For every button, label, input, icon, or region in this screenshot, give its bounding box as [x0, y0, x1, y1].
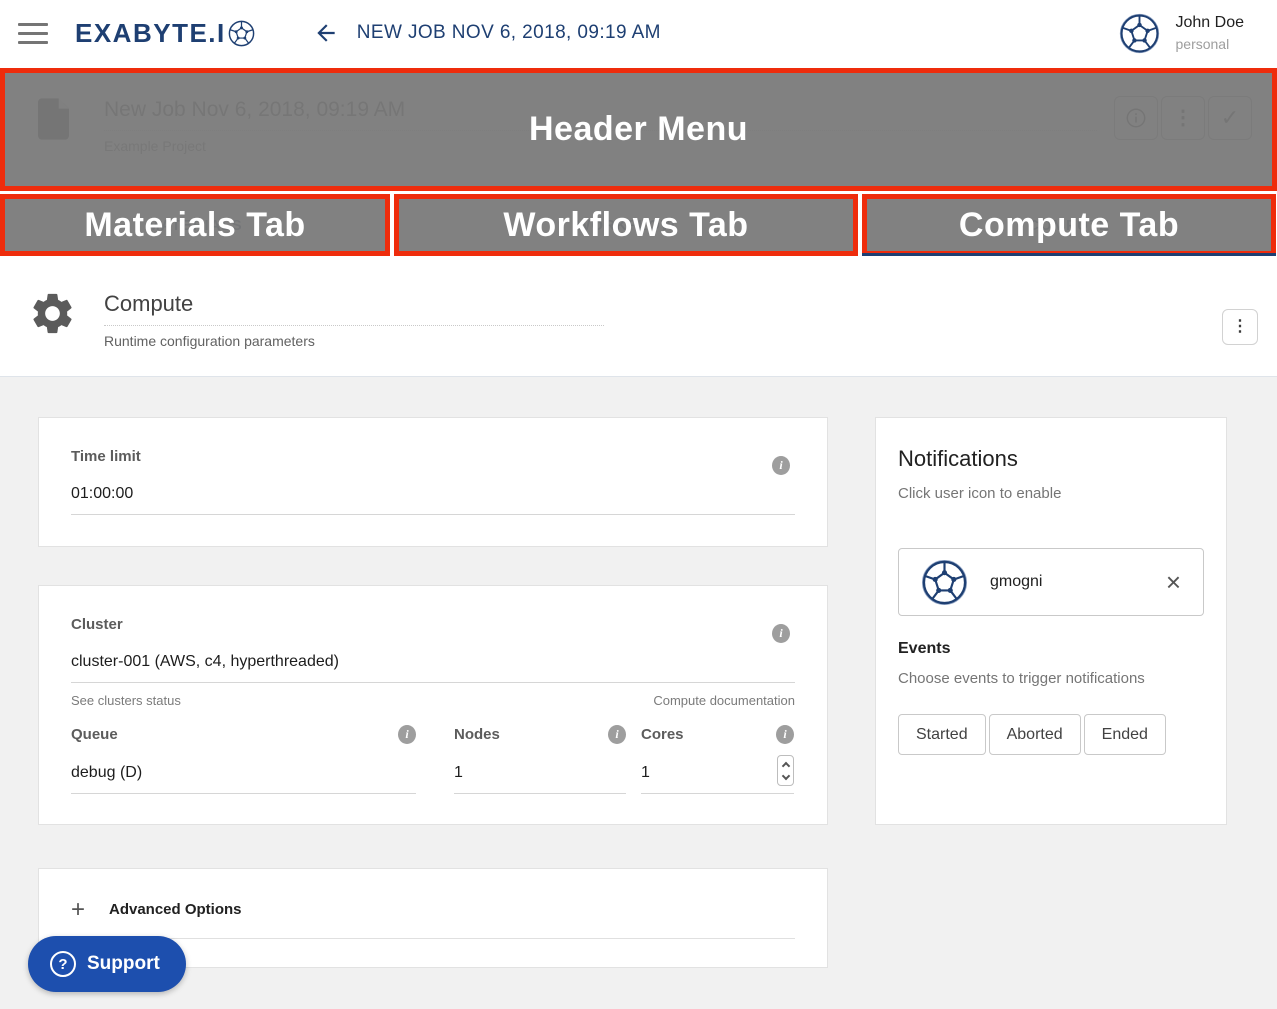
- advanced-options-label: Advanced Options: [109, 901, 242, 918]
- cores-input[interactable]: [641, 764, 794, 794]
- annotation-label: Workflows Tab: [503, 206, 748, 245]
- section-subtitle: Runtime configuration parameters: [104, 333, 1097, 349]
- nodes-label: Nodes: [454, 726, 500, 743]
- main-content: Time limit i Cluster i See clusters stat…: [0, 377, 1277, 1009]
- job-tabs: MATERIALS Materials Tab WORKFLOW Workflo…: [0, 194, 1277, 256]
- logo-text: EXABYTE.I: [75, 18, 226, 49]
- support-button[interactable]: ? Support: [28, 936, 186, 992]
- chevron-down-icon[interactable]: [781, 771, 789, 779]
- vertical-dots-icon: ⋮: [1232, 319, 1248, 335]
- chevron-up-icon[interactable]: [781, 761, 789, 769]
- plus-icon: +: [71, 898, 87, 922]
- event-button-aborted[interactable]: Aborted: [989, 714, 1081, 755]
- tab-compute[interactable]: COMPUTE Compute Tab: [862, 194, 1276, 256]
- compute-documentation-link[interactable]: Compute documentation: [653, 693, 795, 708]
- cores-field: Cores i: [641, 725, 794, 794]
- question-mark-icon: ?: [50, 951, 76, 977]
- clusters-status-link[interactable]: See clusters status: [71, 693, 181, 708]
- user-role: personal: [1176, 36, 1245, 52]
- annotation-label: Compute Tab: [959, 206, 1179, 245]
- compute-tab-annotation: Compute Tab: [862, 194, 1276, 256]
- workflows-tab-annotation: Workflows Tab: [394, 194, 858, 256]
- user-account-area[interactable]: John Doe personal: [1119, 13, 1277, 54]
- materials-tab-annotation: Materials Tab: [0, 194, 390, 256]
- compute-section-header: Compute Runtime configuration parameters…: [0, 256, 1277, 377]
- notification-user-row: gmogni ×: [898, 548, 1204, 616]
- time-limit-info-icon[interactable]: i: [772, 456, 790, 475]
- top-navigation-bar: EXABYTE.I NEW JOB NOV 6, 2018, 09:19 AM: [0, 0, 1277, 66]
- queue-select[interactable]: [71, 764, 416, 794]
- job-header-region: New Job Nov 6, 2018, 09:19 AM Example Pr…: [0, 68, 1277, 191]
- events-title: Events: [898, 640, 1204, 658]
- support-label: Support: [87, 953, 160, 975]
- cores-label: Cores: [641, 726, 684, 743]
- exabyte-job-page: EXABYTE.I NEW JOB NOV 6, 2018, 09:19 AM: [0, 0, 1277, 1009]
- user-avatar[interactable]: [921, 559, 968, 606]
- queue-label: Queue: [71, 726, 118, 743]
- user-name-block: John Doe personal: [1176, 14, 1245, 52]
- section-menu-button[interactable]: ⋮: [1222, 309, 1258, 345]
- tab-workflow[interactable]: WORKFLOW Workflows Tab: [394, 194, 858, 256]
- notification-username: gmogni: [990, 573, 1042, 591]
- notifications-column: Notifications Click user icon to enable …: [875, 417, 1227, 1009]
- exabyte-logo[interactable]: EXABYTE.I: [75, 18, 255, 49]
- cluster-label: Cluster: [71, 616, 795, 633]
- notifications-title: Notifications: [898, 446, 1204, 472]
- nodes-info-icon[interactable]: i: [608, 725, 626, 744]
- header-menu-annotation: Header Menu: [0, 68, 1277, 191]
- event-button-ended[interactable]: Ended: [1084, 714, 1166, 755]
- queue-info-icon[interactable]: i: [398, 725, 416, 744]
- cores-info-icon[interactable]: i: [776, 725, 794, 744]
- annotation-label: Header Menu: [529, 110, 748, 149]
- annotation-label: Materials Tab: [84, 206, 305, 245]
- nodes-field: Nodes i: [454, 725, 626, 794]
- queue-field: Queue i: [71, 725, 416, 794]
- topbar-job-title: NEW JOB NOV 6, 2018, 09:19 AM: [357, 22, 661, 44]
- user-avatar[interactable]: [1119, 13, 1160, 54]
- back-arrow-icon[interactable]: [313, 20, 339, 46]
- cluster-select[interactable]: [71, 653, 795, 683]
- section-title: Compute: [104, 291, 604, 326]
- cluster-info-icon[interactable]: i: [772, 624, 790, 643]
- cluster-card: Cluster i See clusters status Compute do…: [38, 585, 828, 825]
- event-buttons-row: Started Aborted Ended: [898, 714, 1204, 755]
- notifications-card: Notifications Click user icon to enable …: [875, 417, 1227, 825]
- close-icon[interactable]: ×: [1166, 569, 1181, 595]
- time-limit-input[interactable]: [71, 485, 795, 515]
- events-hint: Choose events to trigger notifications: [898, 670, 1204, 687]
- event-button-started[interactable]: Started: [898, 714, 986, 755]
- tab-materials[interactable]: MATERIALS Materials Tab: [0, 194, 390, 256]
- user-name: John Doe: [1176, 14, 1245, 32]
- time-limit-card: Time limit i: [38, 417, 828, 547]
- gear-icon: [28, 289, 77, 338]
- active-tab-indicator: [862, 253, 1276, 256]
- notifications-hint: Click user icon to enable: [898, 485, 1204, 502]
- fullerene-ball-icon: [228, 20, 255, 47]
- compute-form-column: Time limit i Cluster i See clusters stat…: [38, 417, 828, 1009]
- time-limit-label: Time limit: [71, 448, 795, 465]
- cores-stepper[interactable]: [777, 755, 794, 786]
- hamburger-menu-icon[interactable]: [18, 23, 48, 44]
- nodes-input[interactable]: [454, 764, 626, 794]
- advanced-options-toggle[interactable]: + Advanced Options: [71, 898, 795, 939]
